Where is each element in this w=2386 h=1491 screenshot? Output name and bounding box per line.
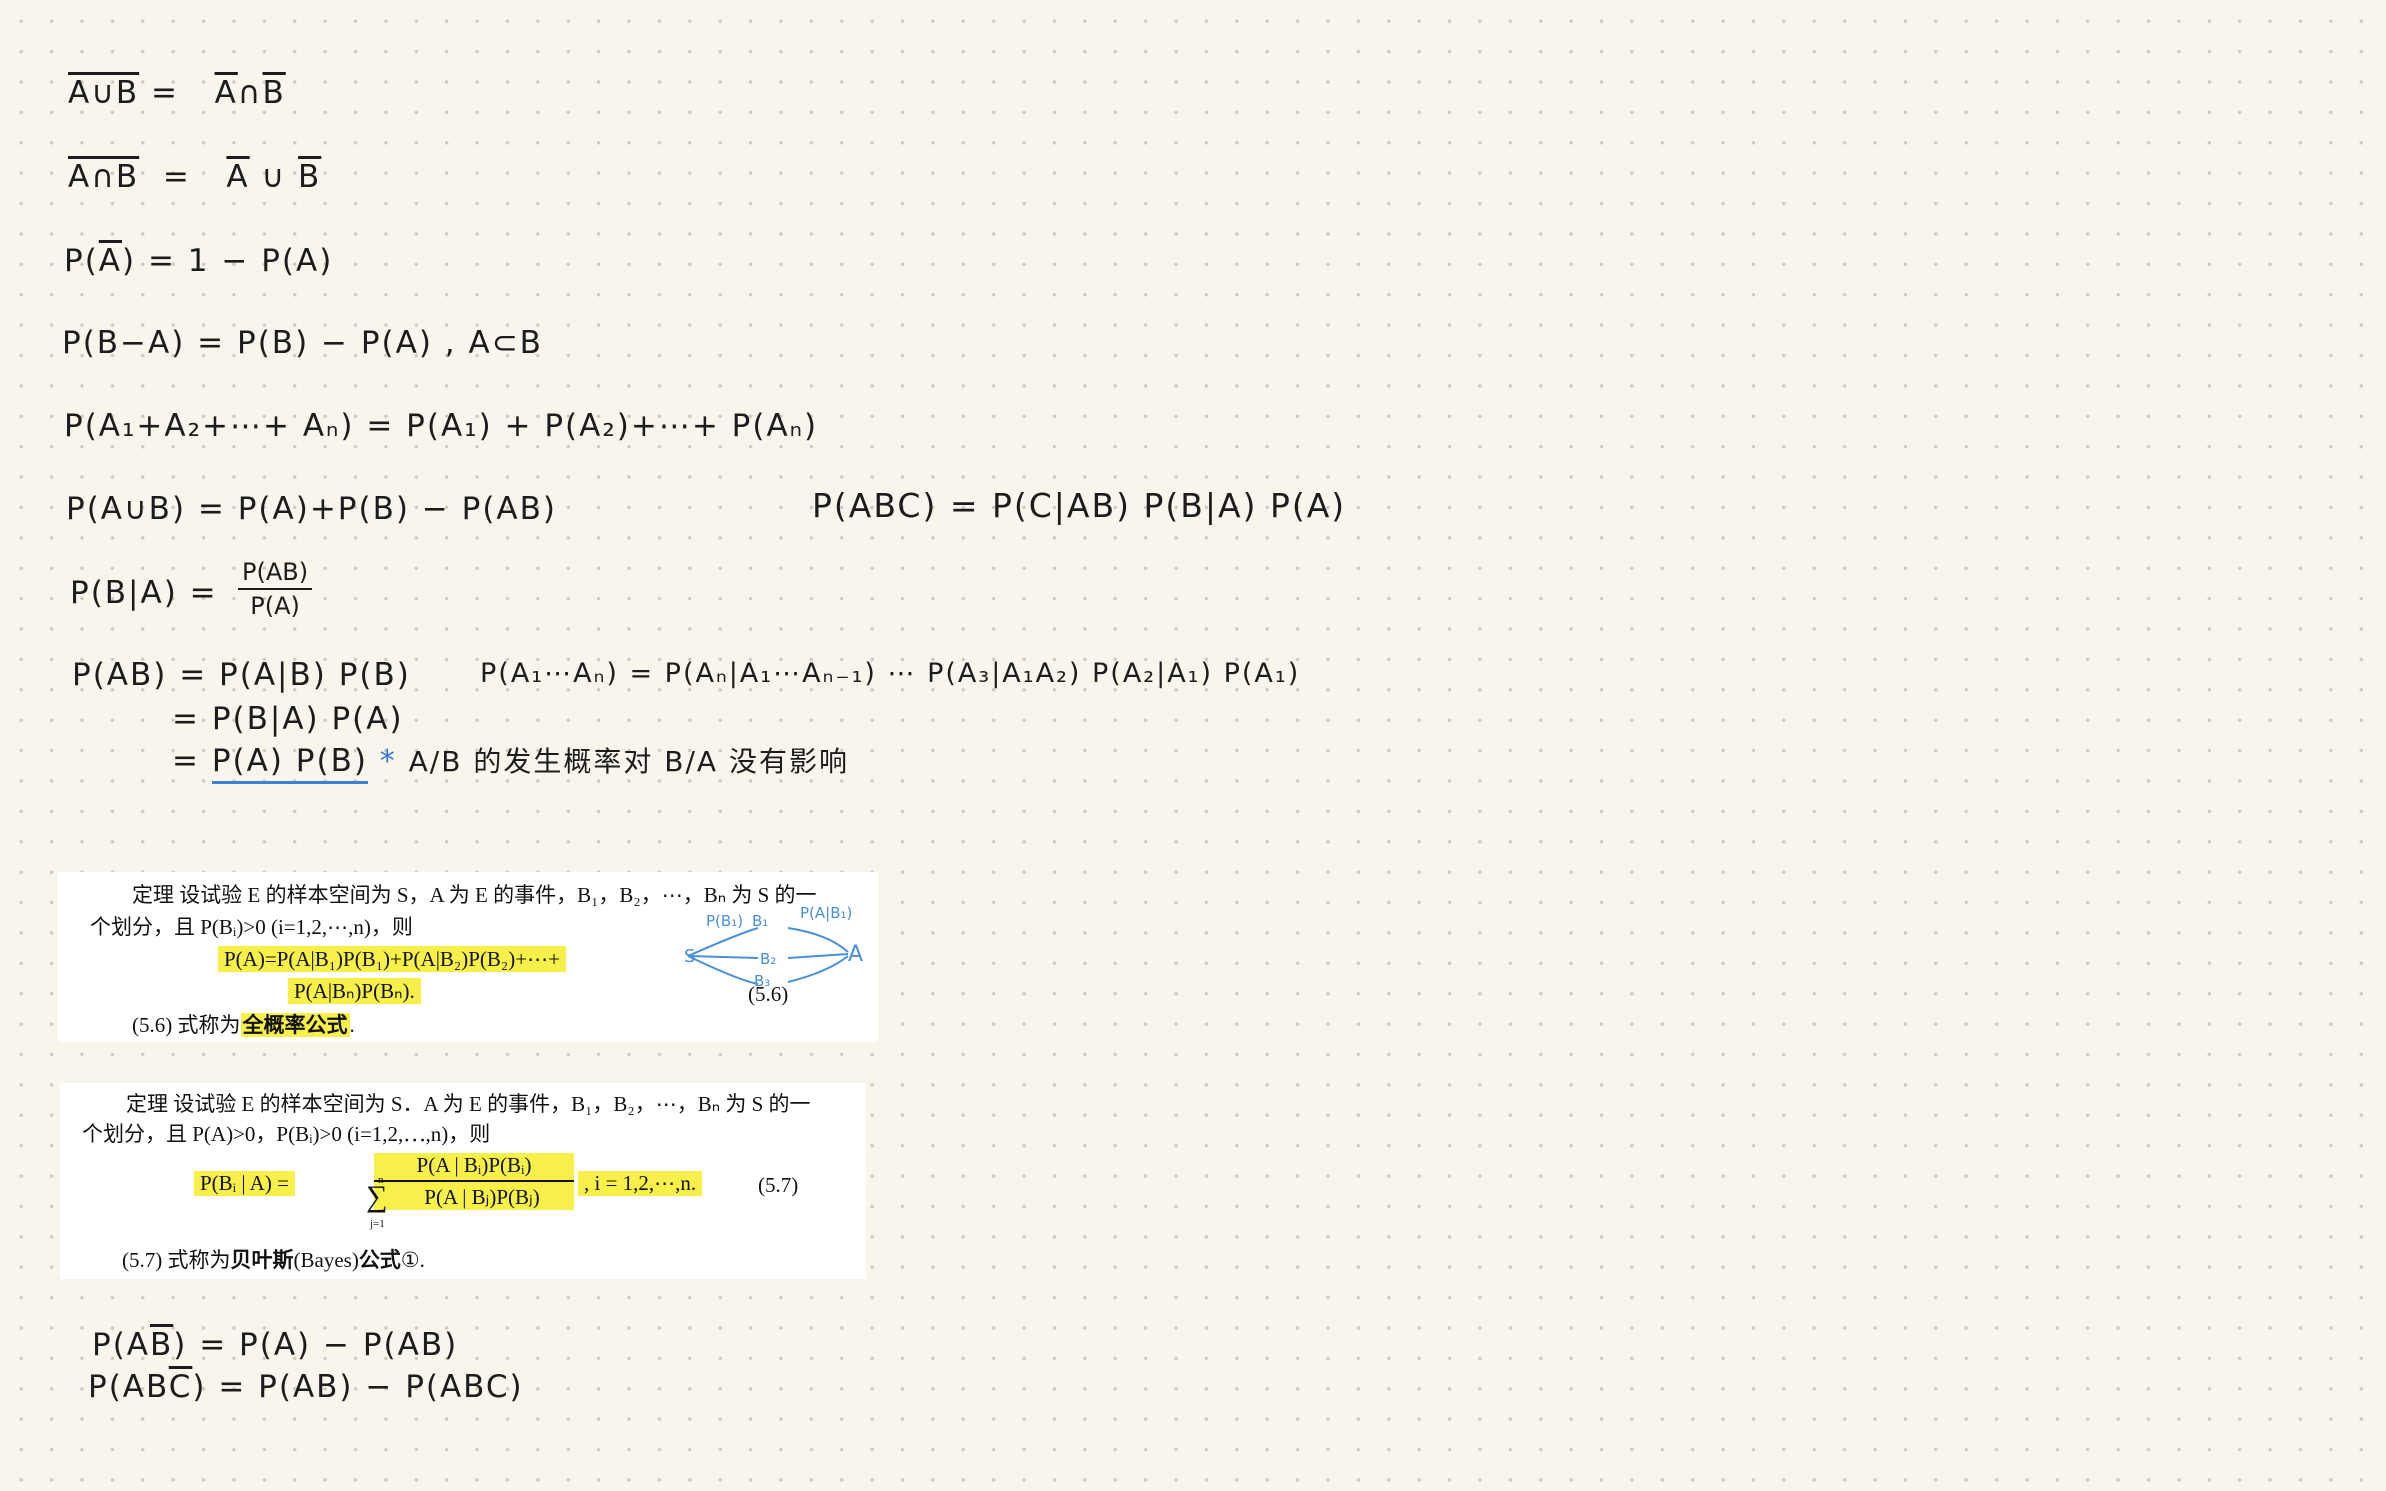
conditional-fraction: P(AB) P(A): [238, 560, 313, 620]
independence-note: A/B 的发生概率对 B/A 没有影响: [408, 745, 849, 778]
bayes-numerator: P(A | Bᵢ)P(Bᵢ): [374, 1153, 574, 1183]
sketch-s: S: [684, 946, 696, 967]
multiplication-line-2: = P(B|A) P(A): [172, 701, 404, 737]
union-rule: P(A∪B) = P(A)+P(B) − P(AB): [66, 491, 557, 527]
chain-rule-three: P(ABC) = P(C|AB) P(B|A) P(A): [812, 486, 1347, 525]
total-probability-clip: 定理 设试验 E 的样本空间为 S，A 为 E 的事件，B₁，B₂，⋯，Bₙ 为…: [58, 872, 878, 1042]
sketch-a: A: [848, 942, 864, 967]
star-icon: *: [379, 744, 397, 779]
conditional-lhs: P(B|A) =: [70, 575, 218, 611]
sketch-pb1: P(B₁): [706, 912, 744, 930]
bayes-caption: (5.7) 式称为贝叶斯(Bayes)公式①.: [122, 1248, 425, 1272]
demorgan-intersection: A∩B = A ∪ B: [68, 159, 322, 195]
sketch-b1: B₁: [752, 912, 769, 930]
sum-icon: ∑: [366, 1180, 388, 1214]
bayes-clip: 定理 设试验 E 的样本空间为 S．A 为 E 的事件，B₁，B₂，⋯，Bₙ 为…: [60, 1083, 866, 1279]
complement-rule: P(A) = 1 − P(A): [64, 243, 334, 279]
sum-lower-limit: j=1: [370, 1218, 385, 1231]
sketch-b2: B₂: [760, 950, 777, 968]
difference-rule: P(B−A) = P(B) − P(A) , A⊂B: [62, 325, 543, 361]
multiplication-line-1: P(AB) = P(A|B) P(B): [72, 657, 411, 693]
bayes-range: , i = 1,2,⋯,n.: [578, 1171, 703, 1197]
bayes-theorem-line-2: 个划分，且 P(A)>0，P(Bᵢ)>0 (i=1,2,⋯,n)，则: [82, 1122, 491, 1146]
demorgan-intersection-lhs: A∩B: [68, 159, 140, 195]
multiplication-line-3: = P(A) P(B) * A/B 的发生概率对 B/A 没有影响: [172, 743, 849, 784]
sum-upper-limit: n: [378, 1174, 384, 1187]
conditional-numerator: P(AB): [238, 560, 313, 590]
tree-sketch: [687, 927, 849, 985]
finite-additivity: P(A₁+A₂+⋯+ Aₙ) = P(A₁) + P(A₂)+⋯+ P(Aₙ): [64, 408, 819, 444]
equation-number-5-7: (5.7): [758, 1173, 799, 1197]
demorgan-union: A∪B = A∩B: [68, 75, 286, 111]
sketch-b3: B₃: [754, 972, 771, 990]
bayes-fraction: P(A | Bᵢ)P(Bᵢ) ∑ n j=1 P(A | Bⱼ)P(Bⱼ): [366, 1153, 574, 1230]
conditional-denominator: P(A): [250, 592, 300, 620]
chain-rule-general: P(A₁⋯Aₙ) = P(Aₙ|A₁⋯Aₙ₋₁) ⋯ P(A₃|A₁A₂) P(…: [480, 658, 1301, 689]
bottom-formula-1: P(AB) = P(A) − P(AB): [92, 1327, 459, 1363]
independence-product: P(A) P(B): [211, 743, 368, 784]
bayes-theorem-line-1: 定理 设试验 E 的样本空间为 S．A 为 E 的事件，B₁，B₂，⋯，Bₙ 为…: [126, 1092, 811, 1116]
bottom-formula-2: P(ABC) = P(AB) − P(ABC): [88, 1369, 524, 1405]
bayes-lhs: P(Bᵢ | A) =: [194, 1171, 295, 1197]
bayes-denominator: P(A | Bⱼ)P(Bⱼ): [424, 1185, 540, 1210]
demorgan-union-lhs: A∪B: [68, 75, 140, 111]
sketch-pab1: P(A|B₁): [800, 904, 853, 922]
